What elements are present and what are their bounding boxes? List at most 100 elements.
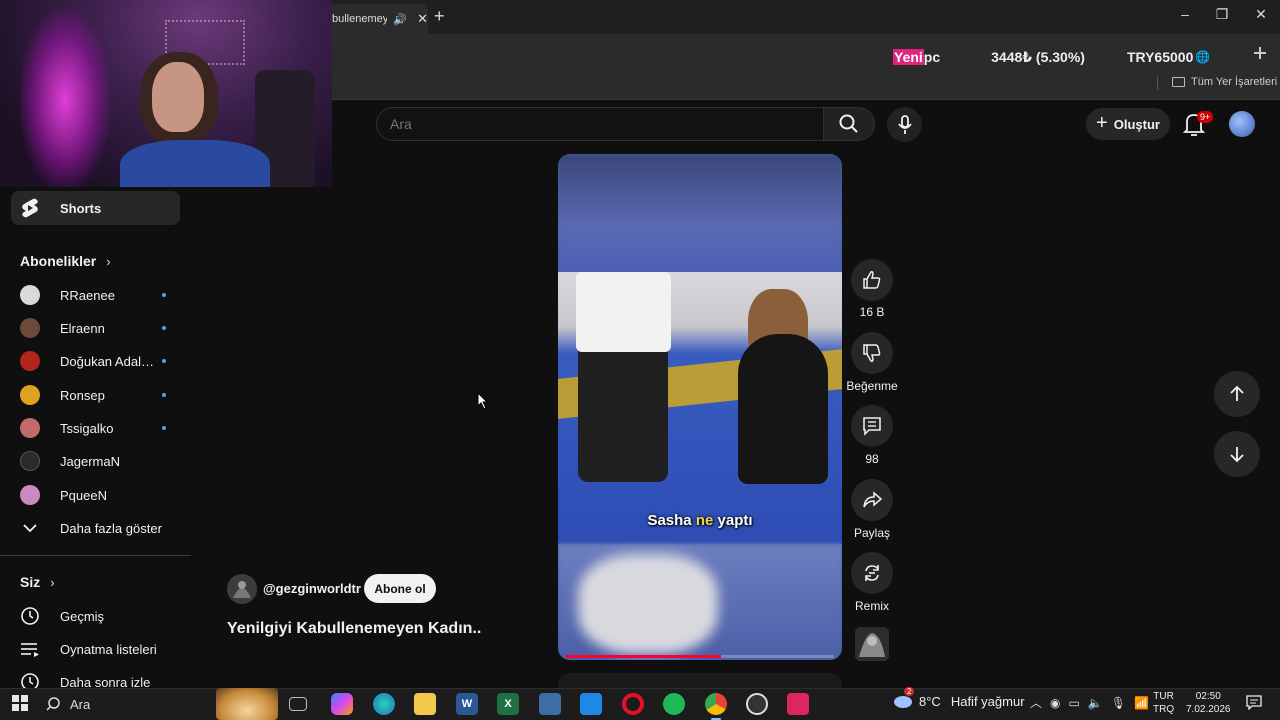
audio-track-thumbnail[interactable] [855,627,889,661]
all-bookmarks-folder[interactable]: Tüm Yer İşaretleri [1172,76,1277,88]
like-button[interactable] [851,259,893,301]
microphone-icon[interactable]: 🎙 [1111,696,1126,710]
dislike-label: Beğenme [846,379,898,393]
comments-button[interactable] [851,405,893,447]
chevron-down-icon [20,518,40,538]
voice-search-button[interactable] [887,107,922,142]
video-title[interactable]: Yenilgiyi Kabullenemeyen Kadın.. [227,620,481,638]
thumbs-up-icon [863,271,881,289]
channel-avatar [20,418,40,438]
notifications-badge: 9+ [1197,111,1214,123]
calculator-icon[interactable] [539,693,561,715]
close-window-button[interactable]: ✕ [1251,6,1271,23]
arrow-down-icon [1230,447,1244,463]
new-content-dot [162,426,166,430]
sidebar-item-history[interactable]: Geçmiş [20,604,104,628]
subscriptions-heading[interactable]: Abonelikler › [20,253,111,269]
battery-icon[interactable]: ▭ [1069,696,1080,710]
subscription-item[interactable]: Tssigalko [20,416,170,440]
show-more-button[interactable]: Daha fazla göster [20,516,162,540]
progress-bar [566,655,722,658]
new-content-dot [162,293,166,297]
subscription-item[interactable]: Elraenn [20,316,170,340]
chevron-right-icon: › [50,574,55,590]
widgets-button[interactable] [216,688,278,720]
wifi-icon[interactable]: 📶 [1134,696,1149,710]
speaker-icon[interactable]: 🔈 [1088,696,1103,710]
chevron-right-icon: › [106,253,111,269]
channel-avatar [20,285,40,305]
notification-center-icon[interactable] [1246,695,1262,710]
windows-start-icon[interactable] [12,695,28,711]
ticker-amount: 3448₺ (5.30%) [991,48,1085,65]
opera-icon[interactable] [622,693,644,715]
search-input[interactable] [390,116,790,132]
word-icon[interactable]: W [456,693,478,715]
file-explorer-icon[interactable] [414,693,436,715]
new-content-dot [162,326,166,330]
create-button[interactable]: + Oluştur [1086,108,1170,140]
new-tab-button[interactable]: + [434,6,445,27]
copilot-icon[interactable] [331,693,353,715]
channel-avatar[interactable] [227,574,257,604]
you-heading[interactable]: Siz › [20,574,55,590]
excel-icon[interactable]: X [497,693,519,715]
you-title: Siz [20,574,41,590]
search-box[interactable] [376,107,824,141]
record-icon[interactable]: ◉ [1050,696,1060,710]
channel-name: RRaenee [60,287,115,303]
chevron-up-icon[interactable]: ︿ [1030,694,1042,711]
chrome-icon[interactable] [705,693,727,720]
search-button[interactable] [823,107,875,141]
taskbar-search[interactable]: Ara [46,693,216,715]
task-view-icon[interactable] [289,697,307,711]
subscription-item[interactable]: Doğukan Adal [T... [20,349,170,373]
channel-name[interactable]: @gezginworldtr [263,581,361,596]
next-short-button[interactable] [1214,431,1260,477]
subscription-item[interactable]: Ronsep [20,383,170,407]
clock-time: 02:50 [1195,691,1221,702]
remix-icon [865,565,879,581]
subscription-item[interactable]: JagermaN [20,449,170,473]
ticker-goal: TRY65000 [1126,49,1194,65]
show-more-label: Daha fazla göster [60,520,162,536]
close-tab-icon[interactable]: ✕ [417,11,428,27]
subscribe-button[interactable]: Abone ol [364,574,436,603]
like-count: 16 B [859,305,885,319]
spotify-icon[interactable] [663,693,685,715]
new-content-dot [162,359,166,363]
subscription-item[interactable]: PqueeN [20,483,170,507]
sidebar-item-shorts[interactable]: Shorts [11,191,180,225]
taskbar-clock[interactable]: 02:50 7.02.2026 [1186,690,1231,716]
sidebar-item-playlists[interactable]: Oynatma listeleri [20,637,157,661]
shorts-icon [22,198,38,218]
share-button[interactable] [851,479,893,521]
folder-icon [1172,77,1185,87]
channel-name: PqueeN [60,487,107,503]
channel-avatar [20,318,40,338]
microphone-icon [897,114,912,134]
account-avatar[interactable] [1229,111,1255,137]
subscription-item[interactable]: RRaenee [20,283,170,307]
extension-settings-icon[interactable] [1252,46,1268,60]
minimize-button[interactable]: – [1175,6,1195,22]
input-language[interactable]: TUR TRQ [1153,690,1174,716]
edge-icon[interactable] [373,693,395,715]
webcam-overlay [0,0,332,187]
previous-short-button[interactable] [1214,371,1260,417]
weather-widget[interactable]: 2 8°C Hafif yağmur [892,687,1025,709]
sidebar-item-label: Shorts [60,200,102,216]
caption-text: Sasha [647,512,696,529]
store-icon[interactable] [580,693,602,715]
weather-desc: Hafif yağmur [950,693,1025,709]
channel-name: Doğukan Adal [T... [60,353,156,369]
shorts-video-player[interactable]: Sasha ne yaptı [558,154,842,660]
channel-avatar [20,385,40,405]
maximize-button[interactable]: ❐ [1212,6,1232,23]
obs-icon[interactable] [746,693,768,715]
app-icon[interactable] [787,693,809,715]
remix-button[interactable] [851,552,893,594]
browser-tab[interactable]: bullenemeyen 🔊 ✕ [320,4,428,34]
dislike-button[interactable] [851,332,893,374]
speaker-icon[interactable]: 🔊 [393,13,407,26]
